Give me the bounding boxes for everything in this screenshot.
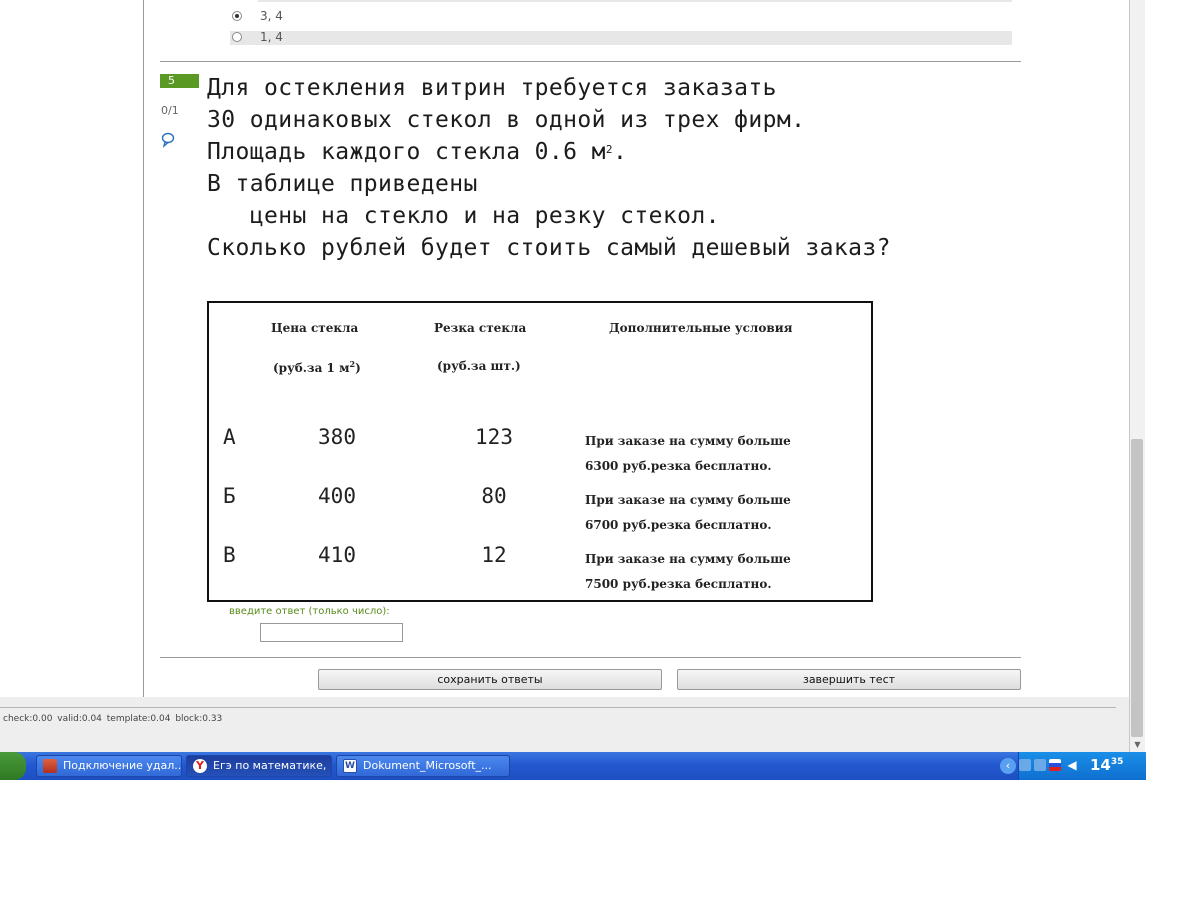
question-text: Для остекления витрин требуется заказать… xyxy=(207,72,891,264)
content-left-border xyxy=(143,0,144,697)
question-line: В таблице приведены xyxy=(207,171,478,197)
question-divider xyxy=(160,61,1021,62)
header-price-title: Цена стекла xyxy=(271,321,359,335)
glass-price: 410 xyxy=(318,543,356,567)
word-document-icon: W xyxy=(343,759,357,773)
price-table: Цена стекла (руб.за 1 м2) Резка стекла (… xyxy=(207,301,873,602)
cut-price: 12 xyxy=(481,543,507,567)
glass-price: 400 xyxy=(318,484,356,508)
language-flag-icon[interactable] xyxy=(1049,759,1061,771)
network-icon[interactable] xyxy=(1019,759,1031,771)
superscript: 2 xyxy=(605,143,613,156)
option-row-highlight xyxy=(258,0,1012,2)
taskbar-item-label: Егэ по математике, ... xyxy=(213,759,332,772)
question-line: цены на стекло и на резку стекол. xyxy=(207,203,720,229)
taskbar-item-label: Dokument_Microsoft_... xyxy=(363,759,492,772)
finish-test-button[interactable]: завершить тест xyxy=(677,669,1021,690)
condition-text: При заказе на сумму больше 7500 руб.резка… xyxy=(585,552,791,591)
remote-desktop-icon xyxy=(43,759,57,773)
option-label: 1, 4 xyxy=(260,30,283,44)
save-answers-button[interactable]: сохранить ответы xyxy=(318,669,662,690)
header-conditions-title: Дополнительные условия xyxy=(609,321,793,335)
question-line: 30 одинаковых стекол в одной из трех фир… xyxy=(207,107,806,133)
firm-label: Б xyxy=(223,484,236,508)
condition-text: При заказе на сумму больше 6300 руб.резка… xyxy=(585,434,791,473)
taskbar-item-label: Подключение удал... xyxy=(63,759,182,772)
option-label: 3, 4 xyxy=(260,9,283,23)
question-number-badge: 5 xyxy=(160,74,199,88)
header-price-unit: (руб.за 1 м2) xyxy=(273,359,361,375)
answer-option-1[interactable]: 3, 4 xyxy=(230,9,1012,24)
tray-expand-icon[interactable]: ‹ xyxy=(1000,758,1016,774)
yandex-browser-icon: Y xyxy=(193,759,207,773)
glass-price: 380 xyxy=(318,425,356,449)
taskbar-item-word-document[interactable]: W Dokument_Microsoft_... xyxy=(336,755,510,777)
condition-text: При заказе на сумму больше 6700 руб.резка… xyxy=(585,493,791,532)
answer-option-2[interactable]: 1, 4 xyxy=(230,30,1012,45)
firm-label: А xyxy=(223,425,236,449)
taskbar-item-remote-desktop[interactable]: Подключение удал... xyxy=(36,755,182,777)
scroll-down-arrow-icon[interactable]: ▼ xyxy=(1130,738,1145,751)
answer-input[interactable] xyxy=(260,623,403,642)
volume-icon[interactable]: ◀ xyxy=(1066,759,1078,771)
start-button[interactable] xyxy=(0,752,26,780)
question-line: Для остекления витрин требуется заказать xyxy=(207,75,777,101)
page-footer xyxy=(0,697,1129,752)
debug-timing-text: check:0.00 valid:0.04 template:0.04 bloc… xyxy=(3,714,223,724)
scrollbar-thumb[interactable] xyxy=(1131,439,1143,737)
footer-divider xyxy=(0,707,1116,708)
radio-button[interactable] xyxy=(232,32,242,42)
question-line: Сколько рублей будет стоить самый дешевы… xyxy=(207,235,891,261)
question-score: 0/1 xyxy=(161,104,179,117)
network-icon[interactable] xyxy=(1034,759,1046,771)
taskbar-item-browser[interactable]: Y Егэ по математике, ... xyxy=(186,755,332,777)
firm-label: В xyxy=(223,543,236,567)
comment-icon[interactable] xyxy=(161,132,175,152)
cut-price: 80 xyxy=(481,484,507,508)
answer-label: введите ответ (только число): xyxy=(229,606,390,617)
radio-button-selected[interactable] xyxy=(232,11,242,21)
cut-price: 123 xyxy=(475,425,513,449)
buttons-divider xyxy=(160,657,1021,658)
question-line: Площадь каждого стекла 0.6 м2. xyxy=(207,139,628,165)
header-cut-unit: (руб.за шт.) xyxy=(437,359,521,373)
taskbar-clock[interactable]: 1435 xyxy=(1090,756,1123,774)
header-cut-title: Резка стекла xyxy=(434,321,527,335)
